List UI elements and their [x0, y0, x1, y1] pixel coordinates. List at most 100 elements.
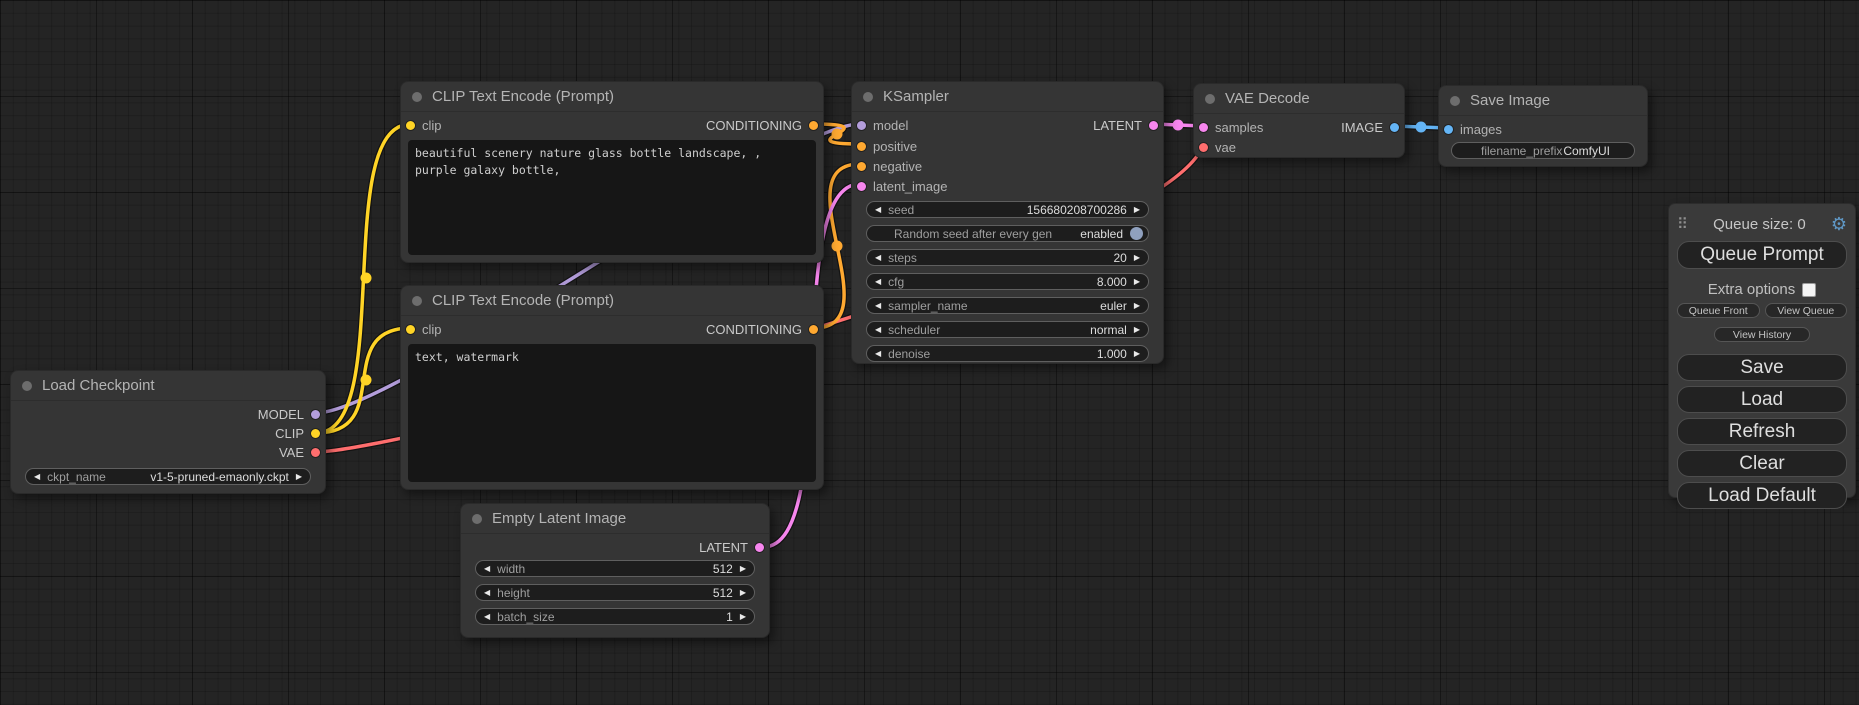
- next-value-arrow-icon[interactable]: ▶: [740, 613, 746, 621]
- steps-widget[interactable]: ◀ steps 20 ▶: [866, 249, 1149, 266]
- load-button[interactable]: Load: [1677, 386, 1847, 413]
- prev-value-arrow-icon[interactable]: ◀: [875, 302, 881, 310]
- next-value-arrow-icon[interactable]: ▶: [740, 589, 746, 597]
- image-port-icon[interactable]: [1390, 123, 1399, 132]
- queue-prompt-button[interactable]: Queue Prompt: [1677, 241, 1847, 269]
- latent-port-icon[interactable]: [755, 543, 764, 552]
- node-empty-latent-image[interactable]: Empty Latent Image LATENT ◀ width 512 ▶ …: [460, 503, 770, 638]
- refresh-button[interactable]: Refresh: [1677, 418, 1847, 445]
- queue-front-button[interactable]: Queue Front: [1677, 303, 1760, 318]
- next-value-arrow-icon[interactable]: ▶: [1134, 206, 1140, 214]
- vae-port-icon[interactable]: [1199, 143, 1208, 152]
- latent-port-icon[interactable]: [1199, 123, 1208, 132]
- output-slot-conditioning[interactable]: CONDITIONING: [706, 118, 818, 133]
- conditioning-port-icon[interactable]: [857, 162, 866, 171]
- prev-value-arrow-icon[interactable]: ◀: [875, 206, 881, 214]
- random-seed-toggle-widget[interactable]: Random seed after every gen enabled: [866, 225, 1149, 242]
- output-slot-image[interactable]: IMAGE: [1341, 120, 1399, 135]
- output-slot-model[interactable]: MODEL: [258, 407, 320, 422]
- node-vae-decode[interactable]: VAE Decode samples IMAGE vae: [1193, 83, 1405, 158]
- prev-value-arrow-icon[interactable]: ◀: [484, 589, 490, 597]
- clip-port-icon[interactable]: [311, 429, 320, 438]
- next-value-arrow-icon[interactable]: ▶: [740, 565, 746, 573]
- collapse-dot-icon[interactable]: [1205, 94, 1215, 104]
- node-ksampler[interactable]: KSampler model LATENT positive negative: [851, 81, 1164, 364]
- node-title-bar[interactable]: Empty Latent Image: [461, 504, 769, 534]
- batch-size-widget[interactable]: ◀ batch_size 1 ▶: [475, 608, 755, 625]
- prev-value-arrow-icon[interactable]: ◀: [484, 613, 490, 621]
- view-history-button[interactable]: View History: [1714, 327, 1810, 342]
- filename-prefix-widget[interactable]: filename_prefix ComfyUI: [1451, 142, 1635, 159]
- next-value-arrow-icon[interactable]: ▶: [1134, 302, 1140, 310]
- collapse-dot-icon[interactable]: [1450, 96, 1460, 106]
- input-slot-latent-image[interactable]: latent_image: [857, 179, 947, 194]
- output-slot-clip[interactable]: CLIP: [275, 426, 320, 441]
- node-title-bar[interactable]: CLIP Text Encode (Prompt): [401, 82, 823, 112]
- collapse-dot-icon[interactable]: [412, 92, 422, 102]
- node-clip-text-encode-positive[interactable]: CLIP Text Encode (Prompt) clip CONDITION…: [400, 81, 824, 263]
- conditioning-port-icon[interactable]: [809, 325, 818, 334]
- prev-value-arrow-icon[interactable]: ◀: [875, 278, 881, 286]
- latent-port-icon[interactable]: [1149, 121, 1158, 130]
- image-port-icon[interactable]: [1444, 125, 1453, 134]
- prev-value-arrow-icon[interactable]: ◀: [875, 254, 881, 262]
- next-value-arrow-icon[interactable]: ▶: [1134, 326, 1140, 334]
- output-slot-conditioning[interactable]: CONDITIONING: [706, 322, 818, 337]
- node-clip-text-encode-negative[interactable]: CLIP Text Encode (Prompt) clip CONDITION…: [400, 285, 824, 490]
- save-button[interactable]: Save: [1677, 354, 1847, 381]
- prev-value-arrow-icon[interactable]: ◀: [875, 350, 881, 358]
- latent-port-icon[interactable]: [857, 182, 866, 191]
- ckpt-name-widget[interactable]: ◀ ckpt_name v1-5-pruned-emaonly.ckpt ▶: [25, 468, 311, 485]
- next-value-arrow-icon[interactable]: ▶: [1134, 350, 1140, 358]
- conditioning-port-icon[interactable]: [857, 142, 866, 151]
- output-slot-latent[interactable]: LATENT: [699, 540, 764, 555]
- input-slot-clip[interactable]: clip: [406, 322, 442, 337]
- output-slot-latent[interactable]: LATENT: [1093, 118, 1158, 133]
- denoise-widget[interactable]: ◀ denoise 1.000 ▶: [866, 345, 1149, 362]
- prev-value-arrow-icon[interactable]: ◀: [875, 326, 881, 334]
- vae-port-icon[interactable]: [311, 448, 320, 457]
- conditioning-port-icon[interactable]: [809, 121, 818, 130]
- input-slot-images[interactable]: images: [1444, 122, 1502, 137]
- node-title-bar[interactable]: VAE Decode: [1194, 84, 1404, 114]
- input-slot-model[interactable]: model: [857, 118, 908, 133]
- node-title-bar[interactable]: Save Image: [1439, 86, 1647, 116]
- model-port-icon[interactable]: [311, 410, 320, 419]
- width-widget[interactable]: ◀ width 512 ▶: [475, 560, 755, 577]
- model-port-icon[interactable]: [857, 121, 866, 130]
- prev-value-arrow-icon[interactable]: ◀: [484, 565, 490, 573]
- seed-widget[interactable]: ◀ seed 156680208700286 ▶: [866, 201, 1149, 218]
- next-value-arrow-icon[interactable]: ▶: [1134, 254, 1140, 262]
- prompt-text-area[interactable]: beautiful scenery nature glass bottle la…: [408, 140, 816, 255]
- extra-options-checkbox[interactable]: [1802, 283, 1816, 297]
- prev-value-arrow-icon[interactable]: ◀: [34, 473, 40, 481]
- node-load-checkpoint[interactable]: Load Checkpoint MODEL CLIP VAE: [10, 370, 326, 494]
- load-default-button[interactable]: Load Default: [1677, 482, 1847, 509]
- node-title-bar[interactable]: Load Checkpoint: [11, 371, 325, 401]
- clip-port-icon[interactable]: [406, 325, 415, 334]
- clear-button[interactable]: Clear: [1677, 450, 1847, 477]
- input-slot-samples[interactable]: samples: [1199, 120, 1263, 135]
- collapse-dot-icon[interactable]: [412, 296, 422, 306]
- sampler-name-widget[interactable]: ◀ sampler_name euler ▶: [866, 297, 1149, 314]
- node-title-bar[interactable]: KSampler: [852, 82, 1163, 112]
- node-title-bar[interactable]: CLIP Text Encode (Prompt): [401, 286, 823, 316]
- settings-gear-icon[interactable]: ⚙: [1831, 215, 1847, 233]
- input-slot-vae[interactable]: vae: [1199, 140, 1236, 155]
- input-slot-negative[interactable]: negative: [857, 159, 922, 174]
- prompt-text-area[interactable]: text, watermark: [408, 344, 816, 482]
- clip-port-icon[interactable]: [406, 121, 415, 130]
- view-queue-button[interactable]: View Queue: [1765, 303, 1848, 318]
- next-value-arrow-icon[interactable]: ▶: [1134, 278, 1140, 286]
- height-widget[interactable]: ◀ height 512 ▶: [475, 584, 755, 601]
- input-slot-positive[interactable]: positive: [857, 139, 917, 154]
- collapse-dot-icon[interactable]: [22, 381, 32, 391]
- collapse-dot-icon[interactable]: [472, 514, 482, 524]
- output-slot-vae[interactable]: VAE: [279, 445, 320, 460]
- input-slot-clip[interactable]: clip: [406, 118, 442, 133]
- next-value-arrow-icon[interactable]: ▶: [296, 473, 302, 481]
- node-graph-canvas[interactable]: Load Checkpoint MODEL CLIP VAE: [0, 0, 1859, 705]
- drag-handle-icon[interactable]: ⠿: [1677, 215, 1688, 233]
- scheduler-widget[interactable]: ◀ scheduler normal ▶: [866, 321, 1149, 338]
- toggle-enabled-icon[interactable]: [1130, 227, 1143, 240]
